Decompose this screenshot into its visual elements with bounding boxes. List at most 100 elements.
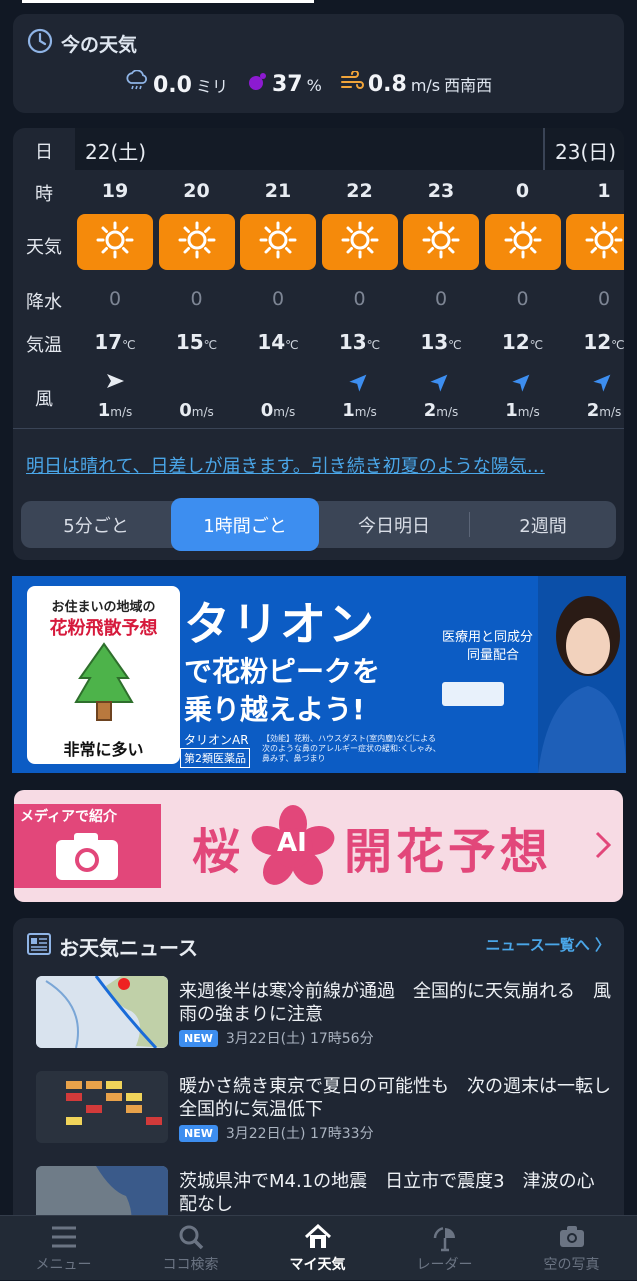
ad-model-photo [538, 576, 626, 773]
date-bar: 22(土) 23(日) [75, 128, 624, 170]
divider [13, 428, 624, 429]
precip-unit: ミリ [195, 77, 228, 96]
sun-icon [503, 220, 543, 264]
sakura-text-right: 開花予想 [344, 824, 553, 880]
media-label: メディアで紹介 [20, 809, 118, 825]
sun-icon [177, 220, 217, 264]
hourly-columns[interactable]: 19 0 17℃ 1m/s 20 0 15℃ 0m/s 21 0 14℃ 0m/s 22 0 13℃ 1m/s… [75, 170, 624, 426]
segment-today-tomorrow[interactable]: 今日明日 [319, 501, 469, 548]
temperature-unit: ℃ [366, 338, 381, 352]
temperature-value: 17 [94, 330, 123, 354]
news-item-date: 3月22日(土) 17時33分 [225, 1126, 374, 1142]
wind-speed-unit: m/s [110, 405, 133, 419]
row-label-precip: 降水 [26, 292, 62, 313]
new-badge: NEW [179, 1124, 218, 1142]
chevron-right-icon: 〉 [594, 936, 610, 954]
temperature: 17℃ [75, 330, 155, 354]
home-icon [254, 1224, 381, 1252]
hour-column: 23 0 13℃ 2m/s [401, 170, 481, 426]
ad-headline-2: 乗り越えよう! [184, 693, 365, 726]
news-title: お天気ニュース [59, 936, 198, 960]
news-item-title: 暖かさ続き東京で夏日の可能性も 次の週末は一転し全国的に気温低下 [179, 1076, 611, 1120]
search-icon [127, 1224, 254, 1252]
temperature-value: 13 [420, 330, 449, 354]
temperature-unit: ℃ [448, 338, 462, 352]
ad-headline-1: で花粉ピークを [184, 655, 381, 688]
news-item[interactable]: 来週後半は寒冷前線が通過 全国的に天気崩れる 風雨の強まりに注意 NEW 3月22… [36, 976, 611, 1056]
weather-tile [321, 214, 398, 270]
current-weather-title: 今の天気 [61, 34, 138, 56]
tab-sky-photos[interactable]: 空の写真 [508, 1216, 635, 1281]
wind-speed-unit: m/s [599, 405, 622, 419]
weather-tile [484, 214, 561, 270]
temperature-value: 12 [501, 330, 530, 354]
segment-2weeks[interactable]: 2週間 [470, 501, 616, 548]
weather-news-card: お天気ニュース ニュース一覧へ 〉 来週後半は寒冷前線が通過 全国的に天気崩れる… [13, 918, 624, 1238]
new-badge: NEW [179, 1029, 218, 1047]
weather-tile [77, 214, 153, 270]
wind-speed-value: 2 [586, 400, 600, 421]
news-header: お天気ニュース [27, 932, 198, 961]
temperature: 14℃ [238, 330, 318, 354]
tab-label: マイ天気 [289, 1257, 346, 1273]
temperature-value: 14 [257, 330, 286, 354]
wind-speed-unit: m/s [273, 405, 296, 419]
menu-icon [0, 1224, 127, 1252]
tab-my-weather[interactable]: マイ天気 [254, 1216, 381, 1281]
date-separator [543, 128, 545, 170]
precip-value: 0.0 [153, 73, 192, 98]
hour-label: 1 [597, 180, 611, 202]
hour-column: 22 0 13℃ 1m/s [320, 170, 400, 426]
temperature: 13℃ [320, 330, 400, 354]
sakura-forecast-banner[interactable]: メディアで紹介 桜 AI 開花予想 [14, 790, 623, 902]
tab-search[interactable]: ココ検索 [127, 1216, 254, 1281]
wind-speed: 2m/s [401, 400, 481, 421]
tab-radar[interactable]: レーダー [381, 1216, 508, 1281]
hour-column: 21 0 14℃ 0m/s [238, 170, 318, 426]
humidity-unit: % [306, 76, 322, 95]
precip-amount: 0 [434, 288, 448, 310]
news-list-link-label: ニュース一覧へ [485, 936, 590, 954]
hour-column: 1 0 12℃ 2m/s [564, 170, 624, 426]
temperature: 12℃ [564, 330, 624, 354]
temperature: 15℃ [157, 330, 237, 354]
tab-menu[interactable]: メニュー [0, 1216, 127, 1281]
wind-speed-value: 0 [179, 400, 192, 421]
tab-label: 空の写真 [543, 1257, 600, 1273]
wind-speed-unit: m/s [436, 405, 459, 419]
news-list-link[interactable]: ニュース一覧へ 〉 [485, 934, 610, 955]
news-item-title: 茨城県沖でM4.1の地震 日立市で震度3 津波の心配なし [179, 1171, 595, 1215]
segment-1hour[interactable]: 1時間ごと [171, 498, 319, 551]
humidity-icon [246, 71, 268, 96]
sun-icon [340, 220, 380, 264]
ad-claim-1: 医療用と同成分 [442, 630, 534, 645]
media-panel: メディアで紹介 [14, 804, 161, 888]
wind-speed-unit: m/s [191, 405, 214, 419]
wind-speed: 1m/s [75, 400, 155, 421]
pollen-level: 非常に多い [63, 740, 144, 759]
ad-brand: タリオン [184, 597, 376, 651]
wind-speed-unit: m/s [517, 405, 540, 419]
hour-column: 19 0 17℃ 1m/s [75, 170, 155, 426]
hour-label: 19 [101, 180, 129, 202]
interval-segmented-control: 5分ごと 1時間ごと 今日明日 2週間 [21, 498, 616, 551]
product-box-image [442, 682, 504, 706]
current-weather-header: 今の天気 [27, 28, 137, 59]
row-label-weather: 天気 [26, 237, 62, 258]
weather-tile [403, 214, 479, 270]
precip-amount: 0 [353, 288, 366, 310]
news-item-date: 3月22日(土) 17時56分 [225, 1031, 374, 1047]
wind-speed: 0m/s [157, 400, 237, 421]
pollen-ad-banner[interactable]: お住まいの地域の 花粉飛散予想 非常に多い タリオン で花粉ピークを 乗り越えよ… [12, 576, 626, 773]
sun-icon [258, 220, 298, 264]
wind-speed: 1m/s [320, 400, 400, 421]
news-item[interactable]: 暖かさ続き東京で夏日の可能性も 次の週末は一転し全国的に気温低下 NEW 3月22… [36, 1071, 611, 1151]
sun-icon [95, 220, 135, 264]
wind-speed-value: 1 [505, 400, 518, 421]
forecast-comment-link[interactable]: 明日は晴れて、日差しが届きます。引き続き初夏のような陽気… [26, 452, 611, 478]
date-label-today: 22(土) [85, 140, 147, 164]
wind-direction-arrow-icon [320, 370, 400, 392]
segment-5min[interactable]: 5分ごと [21, 501, 171, 548]
date-label-tomorrow: 23(日) [555, 140, 617, 164]
sakura-ai-label: AI [277, 828, 307, 858]
